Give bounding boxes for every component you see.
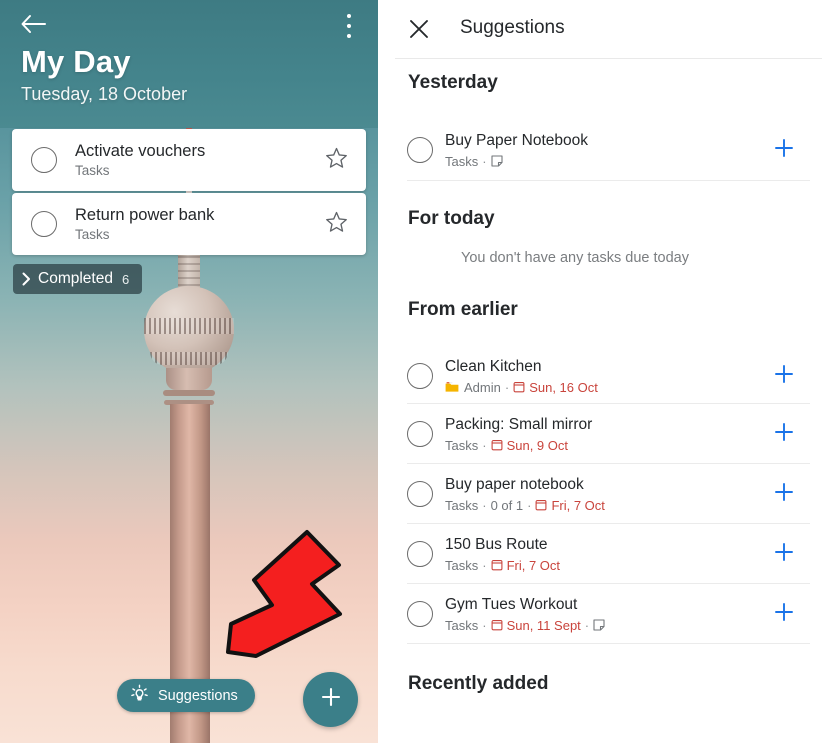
meta-separator: · [482,497,487,513]
folder-icon [445,381,459,393]
suggestion-due-date: Sun, 16 Oct [529,379,598,395]
more-vert-icon[interactable] [338,12,360,40]
suggestions-panel: Suggestions Yesterday Buy Paper Notebook… [395,0,822,743]
meta-separator: · [584,617,590,633]
add-task-fab[interactable] [303,672,358,727]
suggestion-list-name: Tasks [445,557,479,573]
task-card[interactable]: Activate vouchers Tasks [12,129,366,191]
add-suggestion-button[interactable] [773,541,795,568]
calendar-icon [491,619,503,631]
suggestion-row[interactable]: Buy paper notebook Tasks · 0 of 1 · Fri,… [395,464,822,524]
suggestion-subtask-progress: 0 of 1 [490,497,524,513]
suggestion-checkbox[interactable] [407,363,433,389]
meta-separator: · [482,437,487,453]
task-checkbox[interactable] [31,147,57,173]
suggestion-title: Gym Tues Workout [445,595,578,613]
page-date-subtitle: Tuesday, 18 October [21,84,188,104]
suggestion-row[interactable]: Packing: Small mirror Tasks · Sun, 9 Oct [395,404,822,464]
meta-separator: · [482,153,487,169]
suggestion-title: Clean Kitchen [445,357,542,375]
suggestion-meta: Tasks · 0 of 1 · Fri, 7 Oct [445,497,773,514]
completed-section-toggle[interactable]: Completed 6 [13,264,143,294]
chevron-right-icon [22,272,31,286]
suggestion-title: Packing: Small mirror [445,415,593,433]
suggestions-title: Suggestions [460,17,565,38]
suggestion-meta: Tasks · Sun, 9 Oct [445,437,773,454]
red-arrow-pointing-down-left-icon [218,528,343,668]
meta-separator: · [527,497,532,513]
suggestions-button[interactable]: Suggestions [117,679,255,712]
suggestion-title: 150 Bus Route [445,535,548,553]
completed-label: Completed [38,270,113,287]
calendar-icon [491,439,503,451]
suggestion-row[interactable]: 150 Bus Route Tasks · Fri, 7 Oct [395,524,822,584]
row-divider [407,643,810,644]
task-list-name: Tasks [75,162,110,178]
back-arrow-icon[interactable] [20,14,46,34]
suggestion-title: Buy paper notebook [445,475,584,493]
suggestion-row[interactable]: Buy Paper Notebook Tasks · [395,120,822,180]
note-icon [491,155,503,167]
add-suggestion-button[interactable] [773,481,795,508]
task-title: Activate vouchers [75,141,206,160]
plus-icon [319,685,343,714]
meta-separator: · [482,617,487,633]
suggestion-meta: Tasks · Sun, 11 Sept · [445,617,773,634]
star-outline-icon[interactable] [325,211,348,238]
task-title: Return power bank [75,205,215,224]
suggestion-due-date: Sun, 11 Sept [506,617,581,633]
add-suggestion-button[interactable] [773,421,795,448]
suggestion-checkbox[interactable] [407,601,433,627]
task-list-name: Tasks [75,226,110,242]
section-heading-from-earlier: From earlier [408,299,518,320]
suggestion-due-date: Sun, 9 Oct [506,437,568,453]
section-heading-recently-added: Recently added [408,673,549,694]
suggestion-row[interactable]: Gym Tues Workout Tasks · Sun, 11 Sept · [395,584,822,644]
meta-separator: · [482,557,487,573]
row-divider [407,180,810,181]
for-today-empty-message: You don't have any tasks due today [461,250,689,266]
task-checkbox[interactable] [31,211,57,237]
suggestion-list-name: Tasks [445,153,479,169]
suggestion-title: Buy Paper Notebook [445,131,589,149]
suggestion-list-name: Admin [464,379,501,395]
suggestion-checkbox[interactable] [407,137,433,163]
suggestion-checkbox[interactable] [407,541,433,567]
suggestion-checkbox[interactable] [407,481,433,507]
calendar-icon [491,559,503,571]
star-outline-icon[interactable] [325,147,348,174]
add-suggestion-button[interactable] [773,137,795,164]
suggestion-list-name: Tasks [445,437,479,453]
calendar-icon [535,499,547,511]
suggestion-checkbox[interactable] [407,421,433,447]
my-day-panel: My Day Tuesday, 18 October Activate vouc… [0,0,378,743]
meta-separator: · [504,379,510,395]
add-suggestion-button[interactable] [773,601,795,628]
task-card[interactable]: Return power bank Tasks [12,193,366,255]
completed-count: 6 [121,271,130,287]
suggestion-due-date: Fri, 7 Oct [551,497,605,513]
close-icon[interactable] [408,18,430,40]
suggestion-meta: Admin · Sun, 16 Oct [445,379,773,396]
section-heading-yesterday: Yesterday [408,72,498,93]
suggestions-button-label: Suggestions [158,687,238,704]
suggestion-row[interactable]: Clean Kitchen Admin · Sun, 16 Oct [395,346,822,406]
left-top-bar [0,0,378,44]
page-title: My Day [21,44,131,79]
suggestion-due-date: Fri, 7 Oct [506,557,561,573]
lightbulb-icon [130,684,149,708]
suggestions-top-bar: Suggestions [395,0,822,59]
suggestion-list-name: Tasks [445,497,479,513]
suggestion-meta: Tasks · [445,153,773,170]
add-suggestion-button[interactable] [773,363,795,390]
section-heading-for-today: For today [408,208,495,229]
calendar-icon [513,381,525,393]
suggestion-meta: Tasks · Fri, 7 Oct [445,557,773,574]
note-icon [593,619,605,631]
suggestion-list-name: Tasks [445,617,479,633]
